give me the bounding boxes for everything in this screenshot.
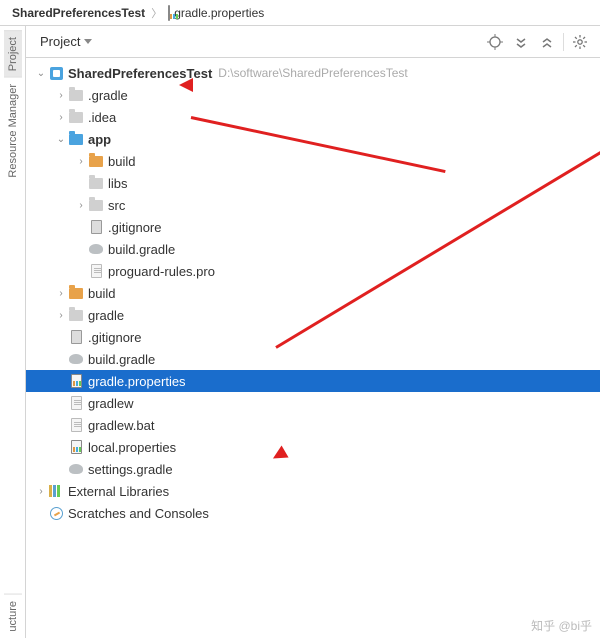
locate-icon[interactable] (485, 32, 505, 52)
breadcrumb-file[interactable]: gradle.properties (168, 6, 264, 20)
chevron-right-icon[interactable]: › (54, 112, 68, 123)
tree-node[interactable]: ⌄ SharedPreferencesTest D:\software\Shared… (26, 62, 600, 84)
gradle-icon (68, 351, 84, 367)
chevron-right-icon[interactable]: › (54, 90, 68, 101)
file-icon (88, 263, 104, 279)
chevron-down-icon (84, 39, 92, 44)
tree-node[interactable]: .gitignore (26, 326, 600, 348)
chevron-right-icon[interactable]: › (34, 486, 48, 497)
gradle-icon (88, 241, 104, 257)
file-icon (88, 219, 104, 235)
tree-node[interactable]: ⌄ app (26, 128, 600, 150)
folder-icon (68, 307, 84, 323)
project-view-dropdown[interactable]: Project (36, 34, 92, 49)
breadcrumb-separator-icon: 〉 (151, 5, 162, 21)
tree-node[interactable]: › build (26, 282, 600, 304)
tree-node-label: gradle (88, 308, 124, 323)
library-icon (48, 483, 64, 499)
chevron-down-icon[interactable]: ⌄ (54, 134, 68, 145)
scratch-icon (48, 505, 64, 521)
tree-node[interactable]: › .idea (26, 106, 600, 128)
tree-node[interactable]: libs (26, 172, 600, 194)
tree-node-path: D:\software\SharedPreferencesTest (218, 66, 407, 80)
breadcrumb: SharedPreferencesTest 〉 gradle.propertie… (0, 0, 600, 26)
breadcrumb-file-label: gradle.properties (174, 6, 264, 20)
tree-node-label: External Libraries (68, 484, 169, 499)
watermark: 知乎 @bi乎 (531, 617, 592, 634)
tree-node[interactable]: › src (26, 194, 600, 216)
tree-node[interactable]: build.gradle (26, 348, 600, 370)
tree-node-label: build (88, 286, 115, 301)
tree-node[interactable]: proguard-rules.pro (26, 260, 600, 282)
file-icon (68, 329, 84, 345)
sidebar-tab-project[interactable]: Project (4, 30, 22, 77)
folder-icon (88, 197, 104, 213)
folder-icon (88, 175, 104, 191)
project-toolbar: Project (26, 26, 600, 58)
tree-node-label: libs (108, 176, 128, 191)
tree-node-label: local.properties (88, 440, 176, 455)
tree-node[interactable]: .gitignore (26, 216, 600, 238)
tree-node-label: .idea (88, 110, 116, 125)
tree-node[interactable]: gradlew.bat (26, 414, 600, 436)
tree-node-label: Scratches and Consoles (68, 506, 209, 521)
tree-node-label: gradlew.bat (88, 418, 155, 433)
tree-node[interactable]: › build (26, 150, 600, 172)
tree-node[interactable]: › External Libraries (26, 480, 600, 502)
properties-file-icon (168, 6, 170, 20)
folder-icon (68, 87, 84, 103)
project-view-label: Project (40, 34, 80, 49)
tree-node[interactable]: build.gradle (26, 238, 600, 260)
sidebar-tab-label: ucture (7, 601, 19, 632)
tree-node-label: proguard-rules.pro (108, 264, 215, 279)
tree-node-label: .gitignore (88, 330, 141, 345)
chevron-right-icon[interactable]: › (74, 156, 88, 167)
file-icon (68, 395, 84, 411)
folder-icon (88, 153, 104, 169)
file-icon (68, 417, 84, 433)
chevron-down-icon[interactable]: ⌄ (34, 68, 48, 79)
sidebar-tab-label: Project (7, 37, 19, 71)
tree-node[interactable]: gradlew (26, 392, 600, 414)
chevron-right-icon[interactable]: › (54, 310, 68, 321)
collapse-all-icon[interactable] (537, 32, 557, 52)
tree-node[interactable]: settings.gradle (26, 458, 600, 480)
project-tree[interactable]: ⌄ SharedPreferencesTest D:\software\Shared… (26, 58, 600, 638)
tree-node-label: settings.gradle (88, 462, 173, 477)
folder-icon (68, 131, 84, 147)
gradle-icon (68, 461, 84, 477)
sidebar-tab-structure[interactable]: ucture (4, 594, 22, 638)
sidebar-tab-resource-manager[interactable]: Resource Manager (4, 77, 22, 184)
tree-node[interactable]: gradle.properties (26, 370, 600, 392)
tree-node-label: build.gradle (108, 242, 175, 257)
folder-icon (68, 285, 84, 301)
tree-node[interactable]: local.properties (26, 436, 600, 458)
tree-node-label: .gitignore (108, 220, 161, 235)
breadcrumb-project-label: SharedPreferencesTest (12, 6, 145, 20)
expand-all-icon[interactable] (511, 32, 531, 52)
breadcrumb-project[interactable]: SharedPreferencesTest (8, 6, 145, 20)
chevron-right-icon[interactable]: › (54, 288, 68, 299)
chevron-right-icon[interactable]: › (74, 200, 88, 211)
tree-node-label: src (108, 198, 125, 213)
properties-file-icon (68, 373, 84, 389)
tree-node[interactable]: › .gradle (26, 84, 600, 106)
left-sidebar: Project Resource Manager ucture (0, 26, 26, 638)
sidebar-tab-label: Resource Manager (7, 84, 19, 178)
folder-icon (68, 109, 84, 125)
tree-node-label: SharedPreferencesTest (68, 66, 212, 81)
module-icon (48, 65, 64, 81)
tree-node-label: app (88, 132, 111, 147)
tree-node[interactable]: Scratches and Consoles (26, 502, 600, 524)
tree-node-label: build (108, 154, 135, 169)
tree-node[interactable]: › gradle (26, 304, 600, 326)
tree-node-label: gradlew (88, 396, 134, 411)
tree-node-label: gradle.properties (88, 374, 186, 389)
properties-file-icon (68, 439, 84, 455)
tree-node-label: .gradle (88, 88, 128, 103)
gear-icon[interactable] (570, 32, 590, 52)
tree-node-label: build.gradle (88, 352, 155, 367)
